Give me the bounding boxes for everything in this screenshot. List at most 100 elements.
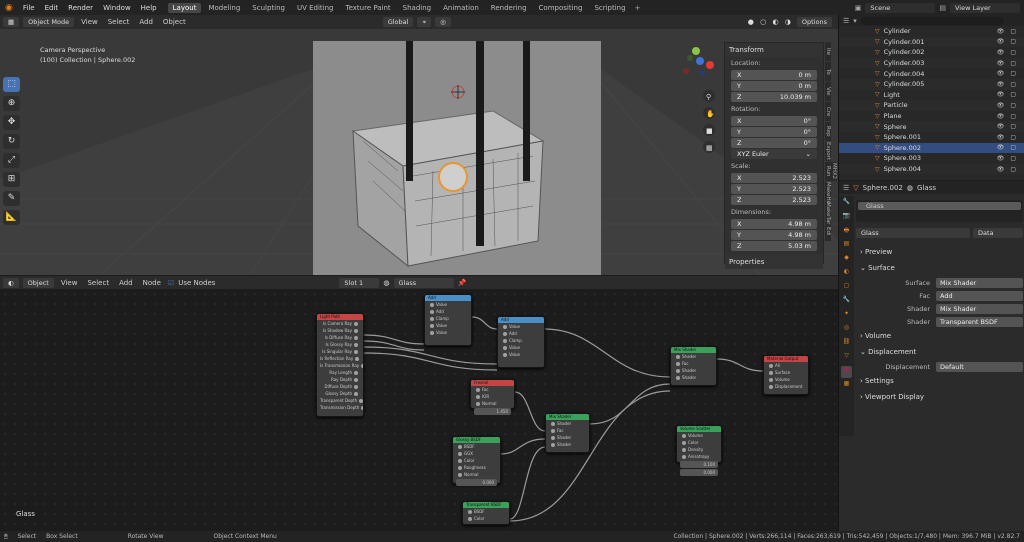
socket-icon[interactable] xyxy=(430,331,434,335)
workspace-tab[interactable]: Modeling xyxy=(203,3,245,13)
socket-icon[interactable] xyxy=(682,441,686,445)
socket-icon[interactable] xyxy=(430,310,434,314)
node-socket-row[interactable]: Volume xyxy=(764,376,808,383)
node-socket-row[interactable]: BSDF xyxy=(463,508,509,515)
annotate-tool-icon[interactable]: ✎ xyxy=(3,191,20,206)
select-menu[interactable]: Select xyxy=(105,18,133,26)
socket-icon[interactable] xyxy=(676,362,680,366)
node-socket-row[interactable]: Clamp xyxy=(425,315,471,322)
socket-icon[interactable] xyxy=(503,339,507,343)
displacement-method-dropdown[interactable]: Default xyxy=(936,361,1023,372)
material-tab-icon[interactable]: ◍ xyxy=(841,366,852,378)
node-socket-row[interactable]: Is Shadow Ray xyxy=(317,327,363,334)
workspace-tab[interactable]: Layout xyxy=(167,2,202,13)
volume-scatter-node[interactable]: Volume Scatter Volume Color Density Anisotro… xyxy=(676,425,722,476)
pin-icon[interactable]: 📌 xyxy=(458,279,467,287)
node-socket-row[interactable]: Normal xyxy=(471,400,514,407)
socket-icon[interactable] xyxy=(458,473,462,477)
scale-tool-icon[interactable]: ⤢ xyxy=(3,153,20,168)
fresnel-node[interactable]: Fresnel Fac IOR Normal 1.450 xyxy=(470,379,515,415)
node-socket-row[interactable]: Fac xyxy=(671,360,716,367)
node-value-field[interactable]: 0.100 xyxy=(680,461,718,468)
node-add-menu[interactable]: Add xyxy=(116,279,136,287)
outliner-item[interactable]: ▽ Particle 👁 ▢ xyxy=(839,100,1024,111)
socket-icon[interactable] xyxy=(503,332,507,336)
transform-header[interactable]: Transform xyxy=(725,43,823,57)
socket-icon[interactable] xyxy=(354,392,358,396)
transform-field-dim[interactable]: X 4.98 m xyxy=(731,219,817,229)
socket-icon[interactable] xyxy=(354,336,358,340)
socket-icon[interactable] xyxy=(551,443,555,447)
node-socket-row[interactable]: GGX xyxy=(453,450,500,457)
outliner-item[interactable]: ▽ Cylinder 👁 ▢ xyxy=(839,26,1024,37)
transform-tool-icon[interactable]: ⊞ xyxy=(3,172,20,187)
node-socket-row[interactable]: Volume xyxy=(677,432,721,439)
socket-icon[interactable] xyxy=(476,388,480,392)
socket-icon[interactable] xyxy=(359,399,363,403)
view-layer-tab-icon[interactable]: ▤ xyxy=(841,240,852,252)
socket-icon[interactable] xyxy=(458,459,462,463)
socket-icon[interactable] xyxy=(676,376,680,380)
node-canvas[interactable]: Light Path Is Camera Ray Is Shadow Ray Is D… xyxy=(0,289,838,531)
socket-icon[interactable] xyxy=(458,445,462,449)
sidebar-tab[interactable]: Rep xyxy=(825,122,831,141)
socket-icon[interactable] xyxy=(682,434,686,438)
rotate-tool-icon[interactable]: ↻ xyxy=(3,134,20,149)
socket-icon[interactable] xyxy=(354,322,358,326)
workspace-tab[interactable]: Compositing xyxy=(534,3,588,13)
transform-field-rot[interactable]: Y 0° xyxy=(731,127,817,137)
add-menu[interactable]: Add xyxy=(136,18,156,26)
node-socket-row[interactable]: Is Singular Ray xyxy=(317,348,363,355)
particles-tab-icon[interactable]: ✦ xyxy=(841,310,852,322)
node-editor-type-icon[interactable]: ◐ xyxy=(3,277,19,288)
node-value-field[interactable]: 0.000 xyxy=(680,469,718,476)
socket-icon[interactable] xyxy=(503,325,507,329)
socket-icon[interactable] xyxy=(430,324,434,328)
transform-field-loc[interactable]: X 0 m xyxy=(731,70,817,80)
node-socket-row[interactable]: Glossy Depth xyxy=(317,390,363,397)
workspace-tab[interactable]: Texture Paint xyxy=(341,3,396,13)
node-value-field[interactable]: 1.450 xyxy=(474,408,511,415)
node-socket-row[interactable]: Density xyxy=(677,446,721,453)
visibility-icons[interactable]: 👁 ▢ xyxy=(997,123,1018,130)
node-socket-row[interactable]: Add xyxy=(498,330,544,337)
menu-help[interactable]: Help xyxy=(136,4,162,12)
surface-row-value[interactable]: Transparent BSDF xyxy=(936,316,1023,327)
node-socket-row[interactable]: Clamp xyxy=(498,337,544,344)
socket-icon[interactable] xyxy=(769,371,773,375)
sidebar-tab[interactable]: MakeHu xyxy=(825,182,831,204)
socket-icon[interactable] xyxy=(361,364,363,368)
scene-selector[interactable]: Scene xyxy=(865,2,936,13)
node-socket-row[interactable]: Shader xyxy=(546,434,589,441)
socket-icon[interactable] xyxy=(458,452,462,456)
node-socket-row[interactable]: Color xyxy=(463,515,509,522)
node-socket-row[interactable]: Color xyxy=(677,439,721,446)
socket-icon[interactable] xyxy=(468,517,472,521)
visibility-icons[interactable]: 👁 ▢ xyxy=(997,144,1018,151)
navigation-gizmo[interactable]: ⚲ ✋ ■ ▦ xyxy=(680,43,720,153)
transform-field-loc[interactable]: Z 10.039 m xyxy=(731,92,817,102)
socket-icon[interactable] xyxy=(355,357,360,361)
rotation-mode-dropdown[interactable]: XYZ Euler ⌄ xyxy=(731,149,817,159)
node-socket-row[interactable]: Shader xyxy=(671,353,716,360)
blender-logo-icon[interactable]: ◉ xyxy=(0,3,18,13)
socket-icon[interactable] xyxy=(551,436,555,440)
outliner-search-input[interactable] xyxy=(860,16,1004,25)
node-socket-row[interactable]: All xyxy=(764,362,808,369)
node-socket-row[interactable]: Roughness xyxy=(453,464,500,471)
filter-icon[interactable]: ▾ xyxy=(853,17,857,25)
node-socket-row[interactable]: Value xyxy=(425,322,471,329)
add-workspace-icon[interactable]: + xyxy=(635,4,641,12)
node-socket-row[interactable]: Displacement xyxy=(764,383,808,390)
socket-icon[interactable] xyxy=(676,355,680,359)
node-socket-row[interactable]: BSDF xyxy=(453,443,500,450)
outliner-item[interactable]: ▽ Sphere.004 👁 ▢ xyxy=(839,163,1024,175)
socket-icon[interactable] xyxy=(468,510,472,514)
options-dropdown[interactable]: Options xyxy=(796,17,832,27)
sidebar-tab[interactable]: Vie xyxy=(825,82,831,101)
node-socket-row[interactable]: Add xyxy=(425,308,471,315)
socket-icon[interactable] xyxy=(354,350,358,354)
workspace-tab[interactable]: Shading xyxy=(398,3,436,13)
node-socket-row[interactable]: Anisotropy xyxy=(677,453,721,460)
node-socket-row[interactable]: Is Camera Ray xyxy=(317,320,363,327)
